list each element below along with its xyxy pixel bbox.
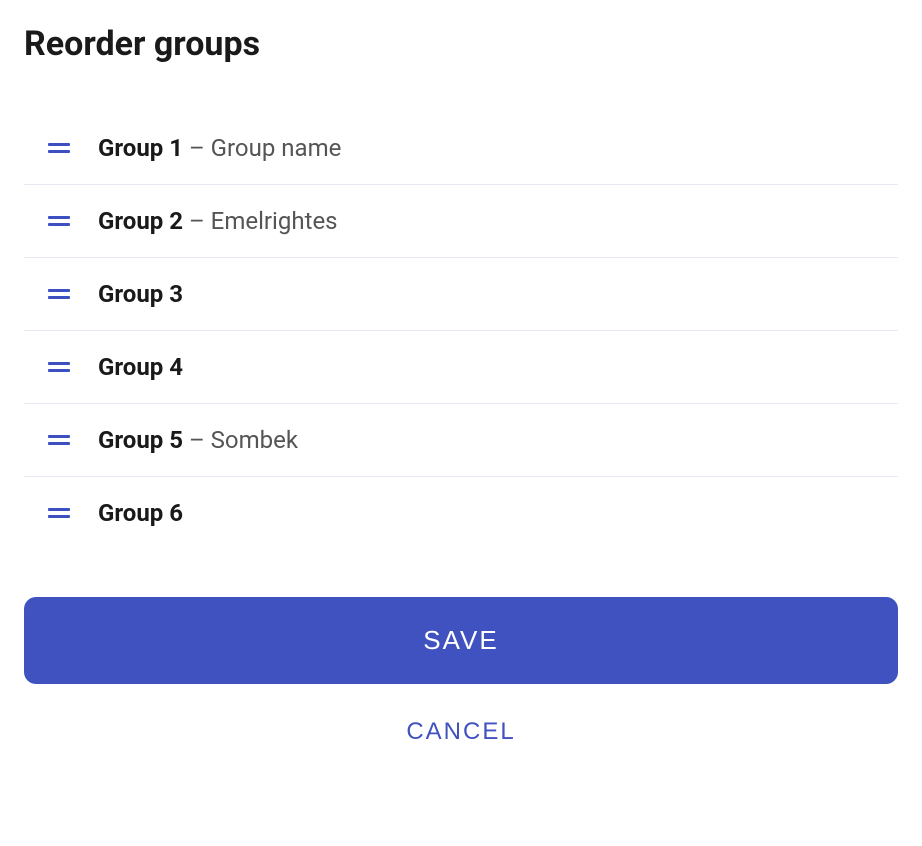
group-item[interactable]: Group 5 – Sombek	[24, 404, 898, 477]
group-label: Group 4	[98, 353, 183, 381]
group-number: Group 4	[98, 353, 183, 381]
drag-handle-icon[interactable]	[48, 141, 70, 155]
group-separator: –	[183, 134, 211, 162]
group-number: Group 3	[98, 280, 183, 308]
actions: SAVE CANCEL	[24, 597, 898, 754]
group-name: Group name	[211, 134, 342, 162]
group-name: Sombek	[211, 426, 298, 454]
drag-handle-icon[interactable]	[48, 287, 70, 301]
drag-handle-icon[interactable]	[48, 506, 70, 520]
group-item[interactable]: Group 4	[24, 331, 898, 404]
group-item[interactable]: Group 6	[24, 477, 898, 549]
drag-handle-icon[interactable]	[48, 360, 70, 374]
drag-handle-icon[interactable]	[48, 214, 70, 228]
drag-handle-icon[interactable]	[48, 433, 70, 447]
group-label: Group 5 – Sombek	[98, 426, 298, 454]
save-button[interactable]: SAVE	[24, 597, 898, 684]
group-separator: –	[183, 207, 211, 235]
group-number: Group 6	[98, 499, 183, 527]
group-label: Group 6	[98, 499, 183, 527]
group-label: Group 3	[98, 280, 183, 308]
group-item[interactable]: Group 2 – Emelrightes	[24, 185, 898, 258]
group-label: Group 2 – Emelrightes	[98, 207, 338, 235]
group-item[interactable]: Group 1 – Group name	[24, 112, 898, 185]
cancel-button[interactable]: CANCEL	[24, 710, 898, 754]
group-name: Emelrightes	[211, 207, 338, 235]
group-label: Group 1 – Group name	[98, 134, 341, 162]
group-item[interactable]: Group 3	[24, 258, 898, 331]
group-separator: –	[183, 426, 211, 454]
page-title: Reorder groups	[24, 24, 898, 64]
group-number: Group 2	[98, 207, 183, 235]
group-number: Group 1	[98, 134, 183, 162]
group-list: Group 1 – Group name Group 2 – Emelright…	[24, 112, 898, 549]
group-number: Group 5	[98, 426, 183, 454]
